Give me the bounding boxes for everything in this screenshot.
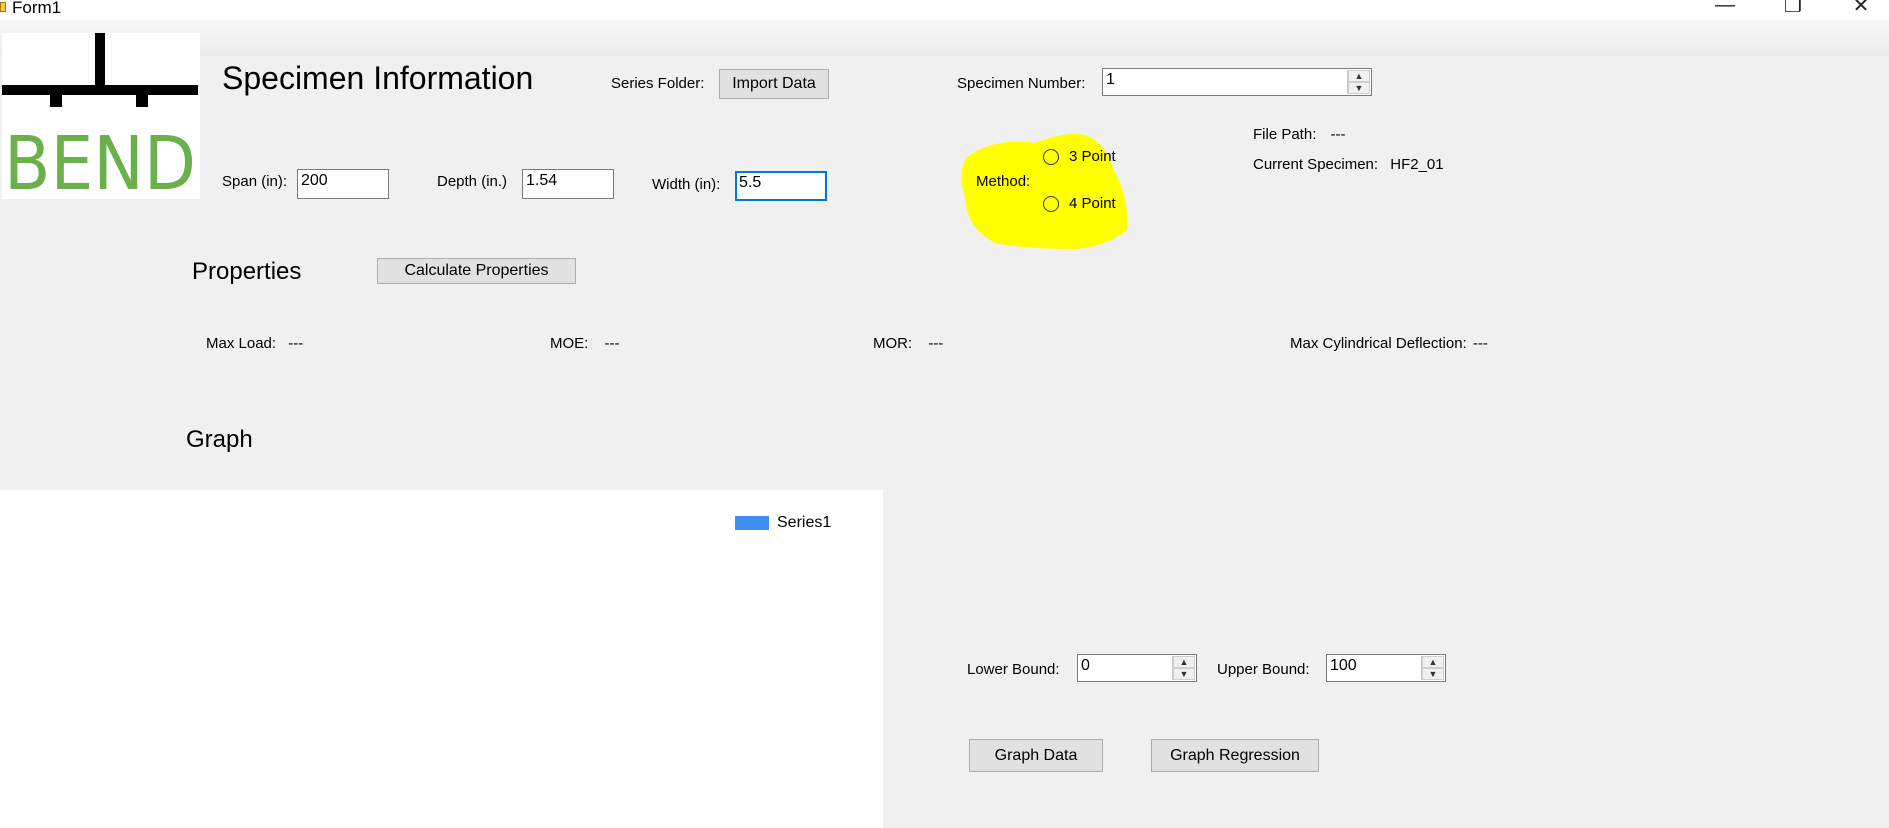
- upper-bound-stepper[interactable]: 100 ▲ ▼: [1326, 654, 1446, 682]
- title-bar: Form1 — ❐ ✕: [0, 0, 1889, 20]
- graph-regression-button[interactable]: Graph Regression: [1151, 739, 1319, 772]
- spin-down-icon[interactable]: ▼: [1173, 668, 1195, 680]
- max-load: Max Load: ---: [206, 335, 303, 352]
- toolstrip: [0, 20, 1889, 56]
- max-deflection-value: ---: [1472, 335, 1488, 352]
- properties-heading: Properties: [192, 258, 302, 285]
- lower-bound-stepper[interactable]: 0 ▲ ▼: [1077, 654, 1197, 682]
- radio-circle-icon[interactable]: [1043, 148, 1059, 165]
- method-option-3-point[interactable]: 3 Point: [1043, 148, 1116, 165]
- current-specimen: Current Specimen: HF2_01: [1253, 156, 1444, 173]
- bend-logo: BEND: [2, 33, 200, 207]
- specimen-number-stepper[interactable]: 1 ▲ ▼: [1102, 68, 1372, 96]
- app-icon: [0, 2, 6, 12]
- series-folder-label: Series Folder:: [611, 75, 705, 92]
- moe-value: ---: [604, 335, 620, 352]
- file-path-value: ---: [1330, 126, 1346, 143]
- spin-buttons: ▲ ▼: [1347, 70, 1370, 94]
- depth-input[interactable]: 1.54: [522, 169, 614, 199]
- legend-series-label: Series1: [777, 514, 832, 531]
- moe: MOE: ---: [550, 335, 620, 352]
- span-label: Span (in):: [222, 173, 288, 190]
- calculate-properties-button[interactable]: Calculate Properties: [377, 258, 576, 284]
- upper-bound-label: Upper Bound:: [1217, 661, 1310, 678]
- spin-buttons: ▲ ▼: [1172, 656, 1195, 680]
- method-option-label: 4 Point: [1069, 195, 1116, 212]
- logo-text: BEND: [4, 121, 196, 199]
- span-input[interactable]: 200: [297, 169, 389, 199]
- spin-up-icon[interactable]: ▲: [1173, 656, 1195, 668]
- file-path: File Path: ---: [1253, 126, 1346, 143]
- method-option-4-point[interactable]: 4 Point: [1043, 195, 1116, 212]
- file-path-label: File Path:: [1253, 126, 1317, 143]
- mor-value: ---: [928, 335, 944, 352]
- chart-area[interactable]: Series1: [0, 490, 883, 828]
- method-label: Method:: [976, 173, 1031, 190]
- graph-data-button[interactable]: Graph Data: [969, 739, 1103, 772]
- spin-down-icon[interactable]: ▼: [1422, 668, 1444, 680]
- window-title: Form1: [12, 0, 62, 17]
- moe-label: MOE:: [550, 335, 589, 352]
- radio-circle-icon[interactable]: [1043, 195, 1059, 212]
- current-specimen-value: HF2_01: [1390, 156, 1444, 173]
- graph-heading: Graph: [186, 426, 253, 453]
- max-load-value: ---: [288, 335, 304, 352]
- method-option-label: 3 Point: [1069, 148, 1116, 165]
- spin-up-icon[interactable]: ▲: [1348, 70, 1370, 82]
- close-icon[interactable]: ✕: [1832, 0, 1889, 17]
- spin-buttons: ▲ ▼: [1421, 656, 1444, 680]
- chart-legend: Series1: [735, 514, 831, 532]
- maximize-icon[interactable]: ❐: [1764, 0, 1822, 17]
- width-input[interactable]: 5.5: [735, 171, 827, 201]
- legend-swatch: [735, 516, 769, 530]
- width-label: Width (in):: [652, 176, 721, 193]
- minimize-icon[interactable]: —: [1696, 0, 1754, 16]
- spin-down-icon[interactable]: ▼: [1348, 82, 1370, 94]
- mor-label: MOR:: [873, 335, 913, 352]
- current-specimen-label: Current Specimen:: [1253, 156, 1379, 173]
- upper-bound-value: 100: [1330, 657, 1357, 674]
- method-highlight: [961, 134, 1128, 249]
- spin-up-icon[interactable]: ▲: [1422, 656, 1444, 668]
- max-load-label: Max Load:: [206, 335, 277, 352]
- specimen-number-label: Specimen Number:: [957, 75, 1086, 92]
- max-deflection: Max Cylindrical Deflection: ---: [1290, 335, 1488, 352]
- lower-bound-value: 0: [1081, 657, 1090, 674]
- depth-label: Depth (in.): [437, 173, 508, 190]
- max-deflection-label: Max Cylindrical Deflection:: [1290, 335, 1467, 352]
- specimen-number-value: 1: [1106, 71, 1115, 88]
- lower-bound-label: Lower Bound:: [967, 661, 1060, 678]
- mor: MOR: ---: [873, 335, 943, 352]
- import-data-button[interactable]: Import Data: [719, 69, 829, 99]
- specimen-heading: Specimen Information: [222, 60, 534, 96]
